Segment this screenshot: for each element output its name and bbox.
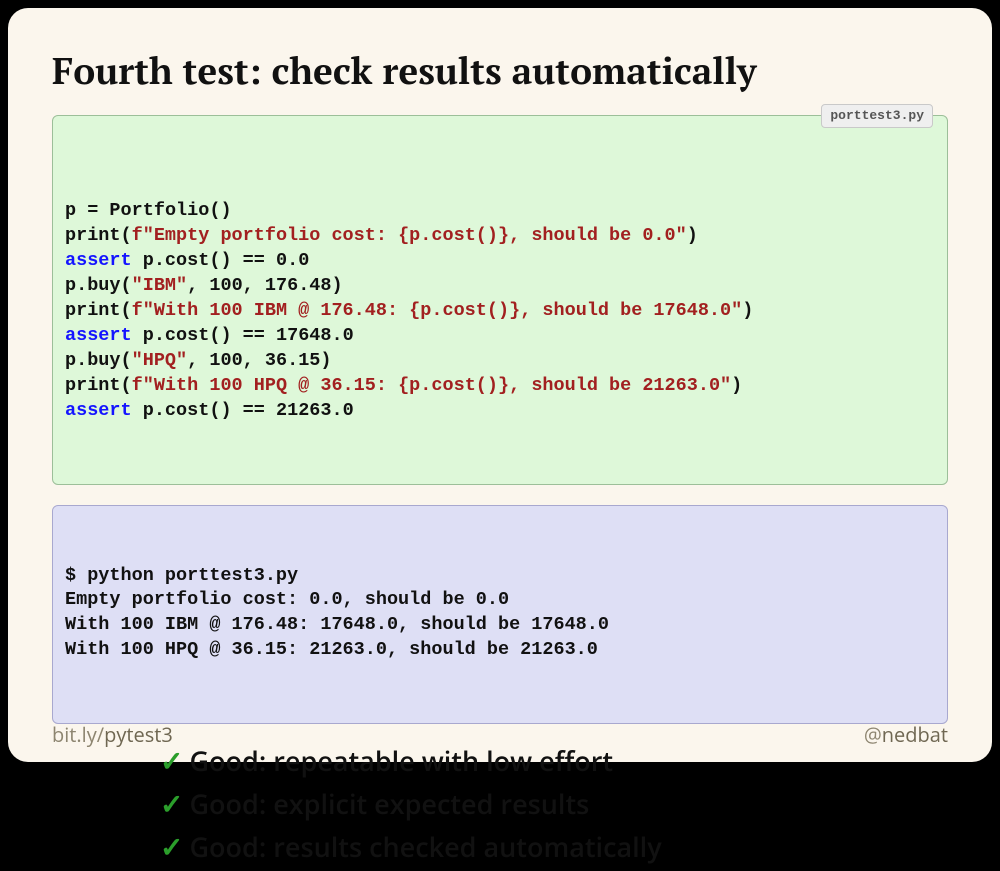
footer-left: bit.ly/pytest3 <box>52 721 173 748</box>
code-line: assert p.cost() == 21263.0 <box>65 399 935 424</box>
code-line: assert p.cost() == 17648.0 <box>65 324 935 349</box>
checkmark-icon: ✓ <box>160 833 183 861</box>
output-line: With 100 HPQ @ 36.15: 21263.0, should be… <box>65 638 935 663</box>
bullet-label: Good: explicit expected results <box>189 785 589 822</box>
code-line: print(f"With 100 IBM @ 176.48: {p.cost()… <box>65 299 935 324</box>
output-line: Empty portfolio cost: 0.0, should be 0.0 <box>65 588 935 613</box>
checkmark-icon: ✓ <box>160 747 183 775</box>
code-line: p.buy("HPQ", 100, 36.15) <box>65 349 935 374</box>
bullets: ✓Good: repeatable with low effort✓Good: … <box>52 742 948 871</box>
footer-right: @nedbat <box>864 721 948 748</box>
code-line: print(f"Empty portfolio cost: {p.cost()}… <box>65 224 935 249</box>
bullet-label: Good: results checked automatically <box>189 828 661 865</box>
code-filename-tag: porttest3.py <box>821 104 933 128</box>
output-line: $ python porttest3.py <box>65 564 935 589</box>
slide-title: Fourth test: check results automatically <box>52 46 948 95</box>
footer-right-strong: nedbat <box>882 721 948 748</box>
code-line: p.buy("IBM", 100, 176.48) <box>65 274 935 299</box>
footer-right-prefix: @ <box>864 721 882 748</box>
output-line: With 100 IBM @ 176.48: 17648.0, should b… <box>65 613 935 638</box>
footer-left-strong: pytest3 <box>104 721 173 748</box>
output-content: $ python porttest3.pyEmpty portfolio cos… <box>65 564 935 664</box>
bullet-item: ✓Good: results checked automatically <box>160 828 948 865</box>
footer: bit.ly/pytest3 @nedbat <box>52 721 948 748</box>
checkmark-icon: ✓ <box>160 790 183 818</box>
code-line: print(f"With 100 HPQ @ 36.15: {p.cost()}… <box>65 374 935 399</box>
slide: Fourth test: check results automatically… <box>8 8 992 762</box>
footer-left-prefix: bit.ly/ <box>52 721 104 748</box>
code-block: porttest3.py p = Portfolio()print(f"Empt… <box>52 115 948 485</box>
code-line: assert p.cost() == 0.0 <box>65 249 935 274</box>
bullet-item: ✓Good: explicit expected results <box>160 785 948 822</box>
output-block: $ python porttest3.pyEmpty portfolio cos… <box>52 505 948 725</box>
code-line: p = Portfolio() <box>65 199 935 224</box>
code-content: p = Portfolio()print(f"Empty portfolio c… <box>65 199 935 424</box>
